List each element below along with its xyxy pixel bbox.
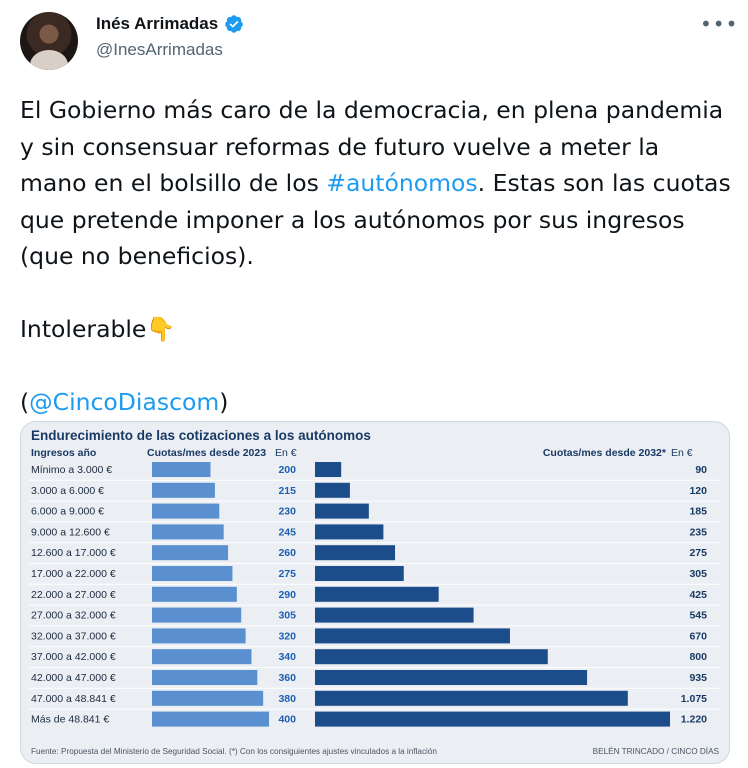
value-label-2023: 260 (278, 547, 296, 559)
value-label-2023: 230 (278, 506, 296, 518)
category-label: 9.000 a 12.600 € (31, 526, 110, 538)
value-label-2032: 185 (689, 506, 707, 518)
category-label: 17.000 a 22.000 € (31, 568, 116, 580)
category-label: Mínimo a 3.000 € (31, 464, 112, 476)
bar-2032 (315, 690, 628, 706)
value-label-2032: 305 (689, 568, 707, 580)
tweet-text: El Gobierno más caro de la democracia, e… (20, 92, 732, 421)
bar-2023 (152, 545, 229, 561)
bar-2032 (315, 462, 342, 477)
value-label-2032: 120 (689, 485, 707, 497)
value-label-2023: 400 (278, 714, 296, 726)
value-label-2032: 275 (689, 547, 707, 559)
category-label: 37.000 a 42.000 € (31, 651, 116, 663)
bar-2023 (152, 586, 237, 602)
value-label-2023: 290 (278, 589, 296, 601)
bar-2023 (152, 690, 264, 706)
chart-source: Fuente: Propuesta del Ministerio de Segu… (31, 747, 437, 756)
bar-2032 (315, 607, 474, 623)
bar-2032 (315, 649, 548, 665)
col-unit-series1: En € (275, 447, 297, 459)
bar-2023 (152, 628, 246, 644)
bar-2032 (315, 482, 350, 498)
bar-2032 (315, 566, 404, 581)
bar-2032 (315, 711, 670, 727)
bar-2023 (152, 670, 258, 685)
value-label-2032: 935 (689, 672, 707, 684)
bar-2032 (315, 670, 588, 685)
bar-2023 (152, 607, 242, 623)
hashtag-link[interactable]: #autónomos (326, 169, 477, 197)
col-label-income: Ingresos año (31, 447, 96, 459)
col-label-series1: Cuotas/mes desde 2023 (147, 447, 266, 459)
author-handle[interactable]: @InesArrimadas (96, 40, 223, 60)
bar-2023 (152, 462, 211, 477)
chart-credit: BELÉN TRINCADO / CINCO DÍAS (593, 746, 720, 756)
bar-2023 (152, 503, 220, 519)
value-label-2023: 340 (278, 651, 296, 663)
chart-svg: Endurecimiento de las cotizaciones a los… (29, 428, 721, 756)
chart-title: Endurecimiento de las cotizaciones a los… (31, 428, 371, 443)
bar-2023 (152, 711, 269, 727)
tweet-text-part2: . Estas son las cuotas que pretende impo… (20, 169, 731, 416)
bar-2023 (152, 482, 215, 498)
value-label-2032: 670 (689, 630, 707, 642)
value-label-2032: 1.075 (681, 693, 707, 705)
category-label: 22.000 a 27.000 € (31, 589, 116, 601)
category-label: 3.000 a 6.000 € (31, 485, 104, 497)
bar-2023 (152, 566, 233, 581)
value-label-2023: 320 (278, 630, 296, 642)
avatar[interactable] (20, 12, 78, 70)
category-label: 42.000 a 47.000 € (31, 672, 116, 684)
value-label-2032: 235 (689, 526, 707, 538)
value-label-2023: 275 (278, 568, 296, 580)
value-label-2023: 215 (278, 485, 296, 497)
bar-2032 (315, 628, 510, 644)
bar-2032 (315, 586, 439, 602)
category-label: 32.000 a 37.000 € (31, 630, 116, 642)
value-label-2032: 800 (689, 651, 707, 663)
value-label-2032: 1.220 (681, 714, 707, 726)
more-options-icon[interactable]: ••• (700, 12, 737, 36)
author-name[interactable]: Inés Arrimadas (96, 14, 244, 34)
value-label-2032: 545 (689, 610, 707, 622)
col-unit-series2: En € (671, 447, 693, 459)
value-label-2023: 380 (278, 693, 296, 705)
value-label-2032: 90 (695, 464, 707, 476)
category-label: 27.000 a 32.000 € (31, 610, 116, 622)
verified-badge-icon (225, 15, 243, 33)
bar-2023 (152, 649, 252, 665)
value-label-2023: 200 (278, 464, 296, 476)
value-label-2032: 425 (689, 589, 707, 601)
author-name-text[interactable]: Inés Arrimadas (96, 14, 218, 34)
tweet-media-chart[interactable]: Endurecimiento de las cotizaciones a los… (20, 421, 730, 764)
category-label: 47.000 a 48.841 € (31, 693, 116, 705)
bar-2032 (315, 524, 384, 540)
value-label-2023: 305 (278, 610, 296, 622)
category-label: 12.600 a 17.000 € (31, 547, 116, 559)
col-label-series2: Cuotas/mes desde 2032* (543, 447, 667, 459)
mention-link[interactable]: @CincoDiascom (29, 388, 219, 416)
bar-2023 (152, 524, 224, 540)
bar-2032 (315, 503, 369, 519)
tweet-text-part3: ) (219, 388, 229, 416)
bar-2032 (315, 545, 396, 561)
value-label-2023: 360 (278, 672, 296, 684)
category-label: 6.000 a 9.000 € (31, 506, 104, 518)
category-label: Más de 48.841 € (31, 714, 109, 726)
value-label-2023: 245 (278, 526, 296, 538)
